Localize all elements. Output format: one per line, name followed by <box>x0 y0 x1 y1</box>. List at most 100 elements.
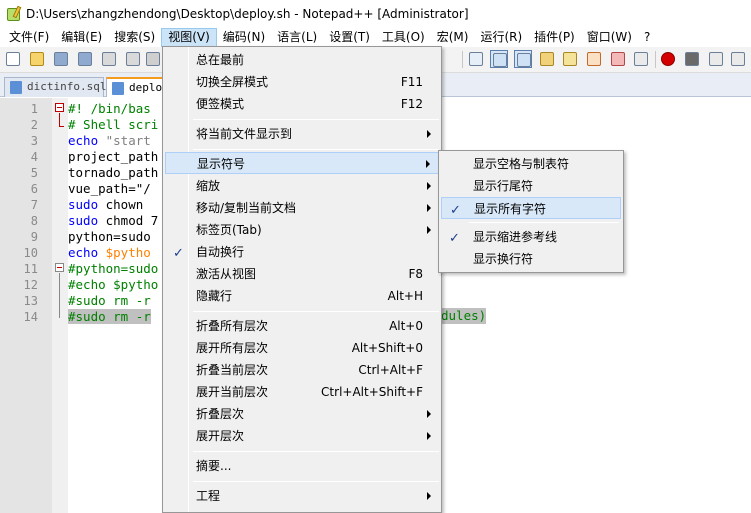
code-token: chown <box>98 197 151 212</box>
menu-edit[interactable]: 编辑(E) <box>55 28 108 47</box>
record-macro-icon[interactable] <box>659 50 677 68</box>
line-number: 3 <box>30 134 38 148</box>
menu-window[interactable]: 窗口(W) <box>581 28 638 47</box>
line-number: 14 <box>23 310 38 324</box>
code-line: sudo chown <box>68 197 151 213</box>
check-icon: ✓ <box>450 203 461 218</box>
file-icon <box>112 82 124 95</box>
submenu-arrow-icon <box>427 226 431 234</box>
menuitem-show-indent-guide[interactable]: ✓ 显示缩进参考线 <box>441 226 621 248</box>
line-number: 9 <box>30 230 38 244</box>
save-icon[interactable] <box>52 50 70 68</box>
new-file-icon[interactable] <box>4 50 22 68</box>
open-file-icon[interactable] <box>28 50 46 68</box>
window-title: D:\Users\zhangzhendong\Desktop\deploy.sh… <box>26 6 469 21</box>
submenu-arrow-icon <box>427 432 431 440</box>
indent-guide-icon[interactable] <box>538 50 556 68</box>
line-number: 13 <box>23 294 38 308</box>
file-icon <box>10 81 22 94</box>
menuitem-project[interactable]: 工程 <box>165 485 439 507</box>
menuitem-show-whitespace-tab[interactable]: 显示空格与制表符 <box>441 153 621 175</box>
code-token: #python=sudo <box>68 261 159 276</box>
stop-macro-icon[interactable] <box>683 50 701 68</box>
code-line: #sudo rm -r <box>68 309 151 325</box>
menuitem-fold-level[interactable]: 折叠层次 <box>165 403 439 425</box>
menuitem-unfold-level[interactable]: 展开层次 <box>165 425 439 447</box>
menuitem-always-on-top[interactable]: 总在最前 <box>165 49 439 71</box>
code-token: #sudo rm -r <box>68 309 151 324</box>
code-line: echo "start <box>68 133 151 149</box>
fold-marker-icon[interactable] <box>55 263 64 272</box>
line-number-gutter: 1 2 3 4 5 6 7 8 9 10 11 12 13 14 <box>0 98 52 513</box>
code-token: sudo <box>68 197 99 212</box>
monitoring-eye-icon[interactable] <box>632 50 650 68</box>
menu-tools[interactable]: 工具(O) <box>376 28 431 47</box>
menuitem-word-wrap[interactable]: ✓ 自动换行 <box>165 241 439 263</box>
menuitem-show-wrap-symbol[interactable]: 显示换行符 <box>441 248 621 270</box>
menuitem-toggle-fullscreen[interactable]: 切换全屏模式 F11 <box>165 71 439 93</box>
menu-encoding[interactable]: 编码(N) <box>217 28 271 47</box>
menu-plugins[interactable]: 插件(P) <box>528 28 581 47</box>
fold-collapse-icon[interactable] <box>55 103 64 112</box>
menuitem-show-all-chars[interactable]: ✓ 显示所有字符 <box>441 197 621 219</box>
line-number: 12 <box>23 278 38 292</box>
code-line: tornado_path <box>68 165 158 181</box>
tab-dictinfo[interactable]: dictinfo.sql <box>4 77 107 97</box>
menu-language[interactable]: 语言(L) <box>271 28 323 47</box>
menuitem-fold-all[interactable]: 折叠所有层次 Alt+0 <box>165 315 439 337</box>
menu-run[interactable]: 运行(R) <box>474 28 528 47</box>
tab-deploy[interactable]: deplo <box>106 77 166 97</box>
folder-workspace-icon[interactable] <box>609 50 627 68</box>
menuitem-hide-lines[interactable]: 隐藏行 Alt+H <box>165 285 439 307</box>
code-token: $pytho <box>98 245 151 260</box>
run-macro-multiple-icon[interactable] <box>729 50 747 68</box>
submenu-arrow-icon <box>427 204 431 212</box>
print-icon[interactable] <box>144 50 162 68</box>
close-all-icon[interactable] <box>124 50 142 68</box>
menuitem-unfold-all[interactable]: 展开所有层次 Alt+Shift+0 <box>165 337 439 359</box>
code-token: vue_path="/ <box>68 181 151 196</box>
code-token: #sudo rm -r <box>68 293 151 308</box>
menu-settings[interactable]: 设置(T) <box>323 28 376 47</box>
menuitem-show-symbol[interactable]: 显示符号 <box>165 152 439 174</box>
menuitem-unfold-current[interactable]: 展开当前层次 Ctrl+Alt+Shift+F <box>165 381 439 403</box>
function-list-icon[interactable] <box>585 50 603 68</box>
menu-file[interactable]: 文件(F) <box>3 28 55 47</box>
code-token: "start <box>98 133 151 148</box>
word-wrap-icon[interactable] <box>490 50 508 68</box>
code-line: #! /bin/bas <box>68 101 151 117</box>
menu-search[interactable]: 搜索(S) <box>108 28 161 47</box>
sync-scroll-icon[interactable] <box>467 50 485 68</box>
save-all-icon[interactable] <box>76 50 94 68</box>
check-icon: ✓ <box>173 246 184 261</box>
lang-define-icon[interactable] <box>561 50 579 68</box>
line-number: 1 <box>30 102 38 116</box>
play-macro-icon[interactable] <box>707 50 725 68</box>
menu-macro[interactable]: 宏(M) <box>431 28 475 47</box>
menuitem-view-current-file-in[interactable]: 将当前文件显示到 <box>165 123 439 145</box>
menuitem-tab[interactable]: 标签页(Tab) <box>165 219 439 241</box>
code-token: echo <box>68 133 99 148</box>
tab-label: dictinfo.sql <box>27 80 107 93</box>
line-number: 4 <box>30 150 38 164</box>
line-number: 7 <box>30 198 38 212</box>
notepadpp-app-icon <box>6 5 22 22</box>
menu-bar: 文件(F) 编辑(E) 搜索(S) 视图(V) 编码(N) 语言(L) 设置(T… <box>0 27 751 47</box>
menuitem-focus-other-view[interactable]: 激活从视图 F8 <box>165 263 439 285</box>
line-number: 11 <box>23 262 38 276</box>
line-number: 5 <box>30 166 38 180</box>
menuitem-fold-current[interactable]: 折叠当前层次 Ctrl+Alt+F <box>165 359 439 381</box>
code-line: #echo $pytho <box>68 277 158 293</box>
show-all-chars-icon[interactable] <box>514 50 532 68</box>
code-token: chmod 7 <box>98 213 159 228</box>
close-file-icon[interactable] <box>100 50 118 68</box>
menuitem-move-clone-document[interactable]: 移动/复制当前文档 <box>165 197 439 219</box>
code-token: sudo <box>68 213 99 228</box>
menu-view[interactable]: 视图(V) <box>161 27 217 47</box>
code-line: # Shell scri <box>68 117 158 133</box>
menu-help[interactable]: ? <box>638 28 656 47</box>
menuitem-post-it[interactable]: 便签模式 F12 <box>165 93 439 115</box>
menuitem-zoom[interactable]: 缩放 <box>165 175 439 197</box>
menuitem-show-eol[interactable]: 显示行尾符 <box>441 175 621 197</box>
menuitem-summary[interactable]: 摘要... <box>165 455 439 477</box>
